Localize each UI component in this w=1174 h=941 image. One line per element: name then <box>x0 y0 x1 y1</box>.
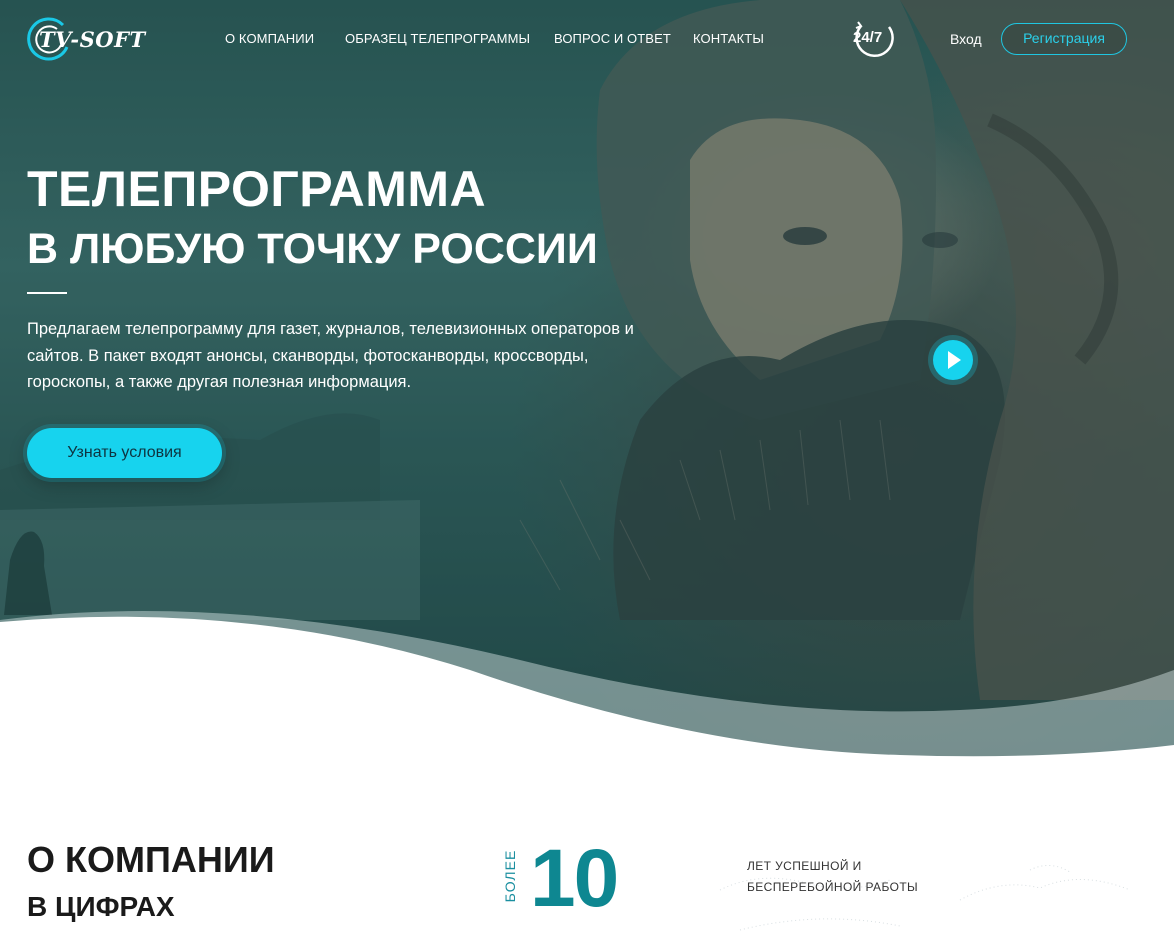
badge-text: 24/7 <box>853 29 882 46</box>
stat-caption: ЛЕТ УСПЕШНОЙ И БЕСПЕРЕБОЙНОЙ РАБОТЫ <box>747 859 919 894</box>
hero-divider <box>27 292 67 294</box>
play-icon[interactable] <box>927 334 979 386</box>
about-subtitle: В ЦИФРАХ <box>27 891 175 922</box>
hero-description: Предлагаем телепрограмму для газет, журн… <box>27 320 634 391</box>
logo-text: TV-SOFT <box>39 27 146 52</box>
about-title: О КОМПАНИИ <box>27 839 275 880</box>
nav-item-contacts[interactable]: КОНТАКТЫ <box>693 31 764 46</box>
stat-value: 10 <box>530 833 619 924</box>
hero-wave-divider <box>0 611 1174 790</box>
hero-subtitle: В ЛЮБУЮ ТОЧКУ РОССИИ <box>27 225 598 273</box>
stat-prefix-text: БОЛЕЕ <box>502 849 518 903</box>
support-24-7-icon: 24/7 <box>853 21 894 58</box>
hero-title: ТЕЛЕПРОГРАММА <box>27 161 487 217</box>
login-link[interactable]: Вход <box>950 31 982 47</box>
learn-terms-button[interactable]: Узнать условия <box>27 428 222 478</box>
nav-item-faq[interactable]: ВОПРОС И ОТВЕТ <box>554 31 671 46</box>
nav-item-about[interactable]: О КОМПАНИИ <box>225 31 314 46</box>
register-button[interactable]: Регистрация <box>1001 23 1127 55</box>
logo[interactable]: TV-SOFT <box>27 17 145 61</box>
stat-prefix: БОЛЕЕ <box>498 848 522 908</box>
nav-item-sample[interactable]: ОБРАЗЕЦ ТЕЛЕПРОГРАММЫ <box>345 31 530 46</box>
